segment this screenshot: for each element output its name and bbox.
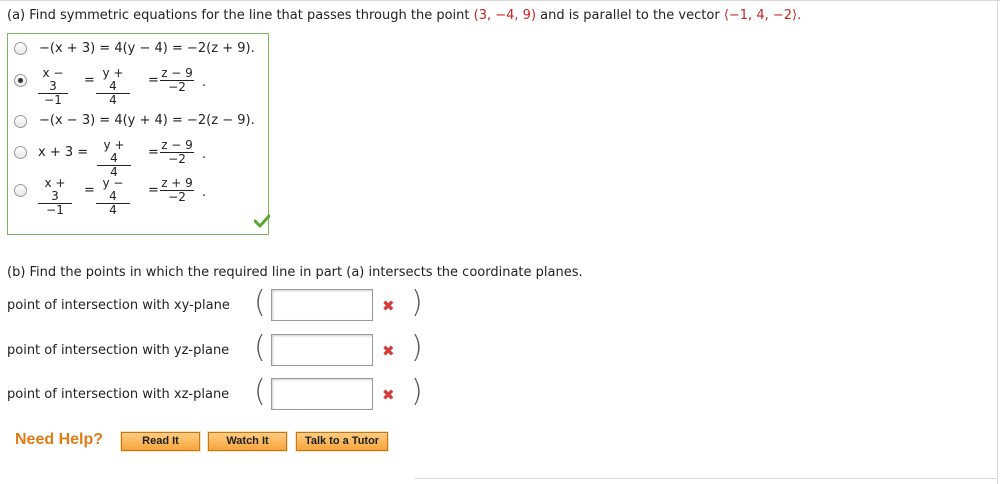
row-label-yz: point of intersection with yz-plane (7, 343, 230, 358)
choice-5-frac-y-den: 4 (109, 203, 117, 217)
choice-5-radio[interactable] (14, 184, 27, 197)
given-point: (3, −4, 9) (473, 8, 537, 23)
choice-2-frac-z-den: −2 (168, 80, 186, 94)
choice-4-frac-z-num: z − 9 (160, 138, 194, 153)
choice-5[interactable]: x + 3 −1 = y − 4 4 = z + 9 −2 . (8, 176, 268, 217)
right-border (997, 0, 998, 484)
choice-5-frac-z-den: −2 (168, 190, 186, 204)
talk-to-tutor-button[interactable]: Talk to a Tutor (295, 431, 389, 452)
choice-3-radio[interactable] (14, 115, 27, 128)
question-a-and: and is parallel to the vector (540, 8, 720, 23)
question-a: (a) Find symmetric equations for the lin… (7, 8, 801, 23)
choice-5-frac-y: y − 4 4 (96, 177, 130, 217)
period: . (202, 147, 207, 162)
checkmark-icon (254, 214, 270, 228)
choice-5-frac-x-num: x + 3 (38, 177, 72, 204)
x-mark-icon: ✖ (382, 386, 395, 404)
watch-it-button[interactable]: Watch It (207, 431, 288, 452)
answer-choices: −(x + 3) = 4(y − 4) = −2(z + 9). x − 3 −… (7, 33, 270, 235)
xz-plane-input[interactable] (271, 378, 373, 410)
given-vector: ⟨−1, 4, −2⟩. (723, 8, 802, 23)
choice-4-frac-y-num: y + 4 (97, 139, 131, 166)
choice-1-text: −(x + 3) = 4(y − 4) = −2(z + 9). (39, 41, 255, 56)
choice-2-frac-y-num: y + 4 (96, 67, 130, 94)
yz-plane-input[interactable] (271, 334, 373, 366)
choice-4-lead: x + 3 = (38, 145, 89, 160)
choice-2-frac-z-num: z − 9 (160, 66, 194, 81)
period: . (202, 185, 207, 200)
equals-sign: = (148, 73, 159, 88)
equals-sign: = (84, 183, 95, 198)
choice-2-frac-y-den: 4 (109, 93, 117, 107)
choice-2-frac-x-num: x − 3 (38, 67, 68, 94)
choice-5-frac-z-num: z + 9 (160, 176, 194, 191)
need-help-title: Need Help? (15, 431, 104, 448)
x-mark-icon: ✖ (382, 297, 395, 315)
choice-2[interactable]: x − 3 −1 = y + 4 4 = z − 9 −2 . (8, 66, 268, 107)
choice-2-frac-y: y + 4 4 (96, 67, 130, 107)
open-paren: ( (254, 285, 266, 320)
close-paren: ) (411, 285, 423, 320)
period: . (202, 75, 207, 90)
choice-3-text: −(x − 3) = 4(y + 4) = −2(z − 9). (39, 113, 255, 128)
choice-4[interactable]: x + 3 = y + 4 4 = z − 9 −2 . (8, 138, 268, 179)
choice-4-radio[interactable] (14, 146, 27, 159)
choice-5-frac-z: z + 9 −2 (160, 177, 194, 204)
equals-sign: = (148, 145, 159, 160)
choice-1-radio[interactable] (14, 42, 27, 55)
open-paren: ( (254, 330, 266, 365)
read-it-button[interactable]: Read It (120, 431, 201, 452)
choice-4-frac-z-den: −2 (168, 152, 186, 166)
choice-4-frac-y: y + 4 4 (97, 139, 131, 179)
choice-2-radio[interactable] (14, 74, 27, 87)
bottom-border (415, 478, 998, 479)
choice-2-frac-x-den: −1 (44, 93, 62, 107)
choice-4-frac-z: z − 9 −2 (160, 139, 194, 166)
equals-sign: = (84, 73, 95, 88)
choice-2-frac-x: x − 3 −1 (38, 67, 68, 107)
equals-sign: = (148, 183, 159, 198)
choice-5-frac-y-num: y − 4 (96, 177, 130, 204)
choice-2-frac-z: z − 9 −2 (160, 67, 194, 94)
row-label-xy: point of intersection with xy-plane (7, 298, 230, 313)
xy-plane-input[interactable] (271, 289, 373, 321)
choice-5-frac-x-den: −1 (46, 203, 64, 217)
close-paren: ) (411, 374, 423, 409)
choice-1[interactable]: −(x + 3) = 4(y − 4) = −2(z + 9). (8, 36, 268, 68)
choice-5-frac-x: x + 3 −1 (38, 177, 72, 217)
open-paren: ( (254, 374, 266, 409)
question-a-text: (a) Find symmetric equations for the lin… (7, 8, 470, 23)
x-mark-icon: ✖ (382, 342, 395, 360)
top-border (0, 0, 1000, 1)
close-paren: ) (411, 330, 423, 365)
row-label-xz: point of intersection with xz-plane (7, 387, 230, 402)
question-b: (b) Find the points in which the require… (7, 265, 583, 280)
choice-3[interactable]: −(x − 3) = 4(y + 4) = −2(z − 9). (8, 108, 268, 140)
